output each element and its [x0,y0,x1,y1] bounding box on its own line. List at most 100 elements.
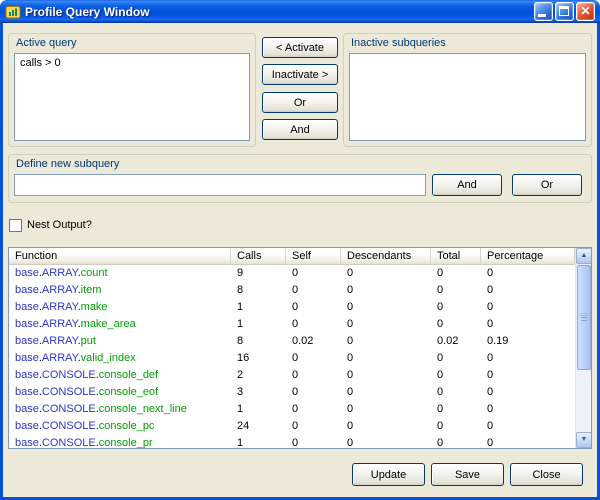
and-button[interactable]: And [262,119,338,140]
subquery-or-button[interactable]: Or [512,174,582,196]
table-row[interactable]: base.ARRAY.put80.0200.020.19 [9,333,575,350]
value-cell: 0 [286,265,341,282]
app-icon [5,4,21,20]
value-cell: 0 [481,265,575,282]
value-cell: 0 [341,282,431,299]
column-header-total[interactable]: Total [431,248,481,265]
value-cell: 0 [286,418,341,435]
value-cell: 24 [231,418,286,435]
or-button[interactable]: Or [262,92,338,113]
maximize-icon [559,6,569,16]
function-name-cell: base.CONSOLE.console_def [9,367,231,384]
table-row[interactable]: base.ARRAY.count90000 [9,265,575,282]
table-row[interactable]: base.CONSOLE.console_next_line10000 [9,401,575,418]
table-row[interactable]: base.ARRAY.make_area10000 [9,316,575,333]
value-cell: 0 [286,401,341,418]
function-name-cell: base.ARRAY.count [9,265,231,282]
table-row[interactable]: base.CONSOLE.console_eof30000 [9,384,575,401]
value-cell: 1 [231,299,286,316]
value-cell: 0 [481,350,575,367]
scrollbar-thumb[interactable] [577,265,591,370]
titlebar[interactable]: Profile Query Window ✕ [0,0,600,23]
active-query-list[interactable]: calls > 0 [14,53,250,141]
scrollbar-down-button[interactable]: ▼ [576,432,592,448]
value-cell: 2 [231,367,286,384]
value-cell: 0 [431,401,481,418]
save-button[interactable]: Save [431,463,504,486]
value-cell: 0 [341,350,431,367]
value-cell: 0 [431,282,481,299]
active-query-group: Active query calls > 0 [8,33,256,147]
value-cell: 0 [431,299,481,316]
list-item[interactable]: calls > 0 [15,54,249,72]
minimize-icon [538,14,546,17]
value-cell: 0 [286,316,341,333]
value-cell: 0 [481,435,575,448]
table-row[interactable]: base.CONSOLE.console_pr10000 [9,435,575,448]
function-name-cell: base.CONSOLE.console_pc [9,418,231,435]
value-cell: 8 [231,282,286,299]
value-cell: 0 [481,401,575,418]
column-header-descendants[interactable]: Descendants [341,248,431,265]
inactive-subqueries-group: Inactive subqueries [343,33,592,147]
nest-output-label: Nest Output? [27,219,92,231]
function-name-cell: base.ARRAY.item [9,282,231,299]
value-cell: 0 [286,282,341,299]
value-cell: 0 [341,299,431,316]
column-header-calls[interactable]: Calls [231,248,286,265]
value-cell: 0 [341,265,431,282]
column-header-self[interactable]: Self [286,248,341,265]
value-cell: 0 [286,384,341,401]
value-cell: 0 [341,316,431,333]
table-header: Function Calls Self Descendants Total Pe… [9,248,575,265]
function-name-cell: base.CONSOLE.console_eof [9,384,231,401]
subquery-input[interactable] [14,174,426,196]
active-query-label: Active query [16,37,77,49]
update-button[interactable]: Update [352,463,425,486]
function-name-cell: base.CONSOLE.console_pr [9,435,231,448]
value-cell: 0 [341,333,431,350]
value-cell: 0 [341,418,431,435]
value-cell: 3 [231,384,286,401]
value-cell: 0 [431,265,481,282]
inactive-subqueries-list[interactable] [349,53,586,141]
nest-output-checkbox[interactable] [9,219,22,232]
table-row[interactable]: base.ARRAY.make10000 [9,299,575,316]
inactivate-button[interactable]: Inactivate > [262,64,338,85]
define-subquery-label: Define new subquery [16,158,119,170]
value-cell: 0 [431,384,481,401]
value-cell: 0 [341,435,431,448]
column-header-function[interactable]: Function [9,248,231,265]
maximize-button[interactable] [555,2,574,21]
value-cell: 0.02 [431,333,481,350]
table-row[interactable]: base.ARRAY.valid_index160000 [9,350,575,367]
value-cell: 0 [481,299,575,316]
value-cell: 0 [481,316,575,333]
value-cell: 0 [481,384,575,401]
value-cell: 16 [231,350,286,367]
value-cell: 1 [231,401,286,418]
vertical-scrollbar[interactable]: ▲ ▼ [575,248,591,448]
profile-results-table: Function Calls Self Descendants Total Pe… [8,247,592,449]
table-row[interactable]: base.ARRAY.item80000 [9,282,575,299]
function-name-cell: base.CONSOLE.console_next_line [9,401,231,418]
minimize-button[interactable] [534,2,553,21]
profile-query-window: Profile Query Window ✕ Active query call… [0,0,600,500]
value-cell: 0 [431,367,481,384]
value-cell: 0 [481,282,575,299]
close-icon: ✕ [577,3,594,20]
table-body: base.ARRAY.count90000base.ARRAY.item8000… [9,265,575,448]
value-cell: 1 [231,435,286,448]
column-header-percentage[interactable]: Percentage [481,248,575,265]
value-cell: 0 [431,418,481,435]
value-cell: 0 [341,401,431,418]
activate-button[interactable]: < Activate [262,37,338,58]
close-button[interactable]: ✕ [576,2,595,21]
value-cell: 0 [431,316,481,333]
table-row[interactable]: base.CONSOLE.console_pc240000 [9,418,575,435]
table-row[interactable]: base.CONSOLE.console_def20000 [9,367,575,384]
scrollbar-up-button[interactable]: ▲ [576,248,592,264]
subquery-and-button[interactable]: And [432,174,502,196]
close-window-button[interactable]: Close [510,463,583,486]
value-cell: 0.02 [286,333,341,350]
